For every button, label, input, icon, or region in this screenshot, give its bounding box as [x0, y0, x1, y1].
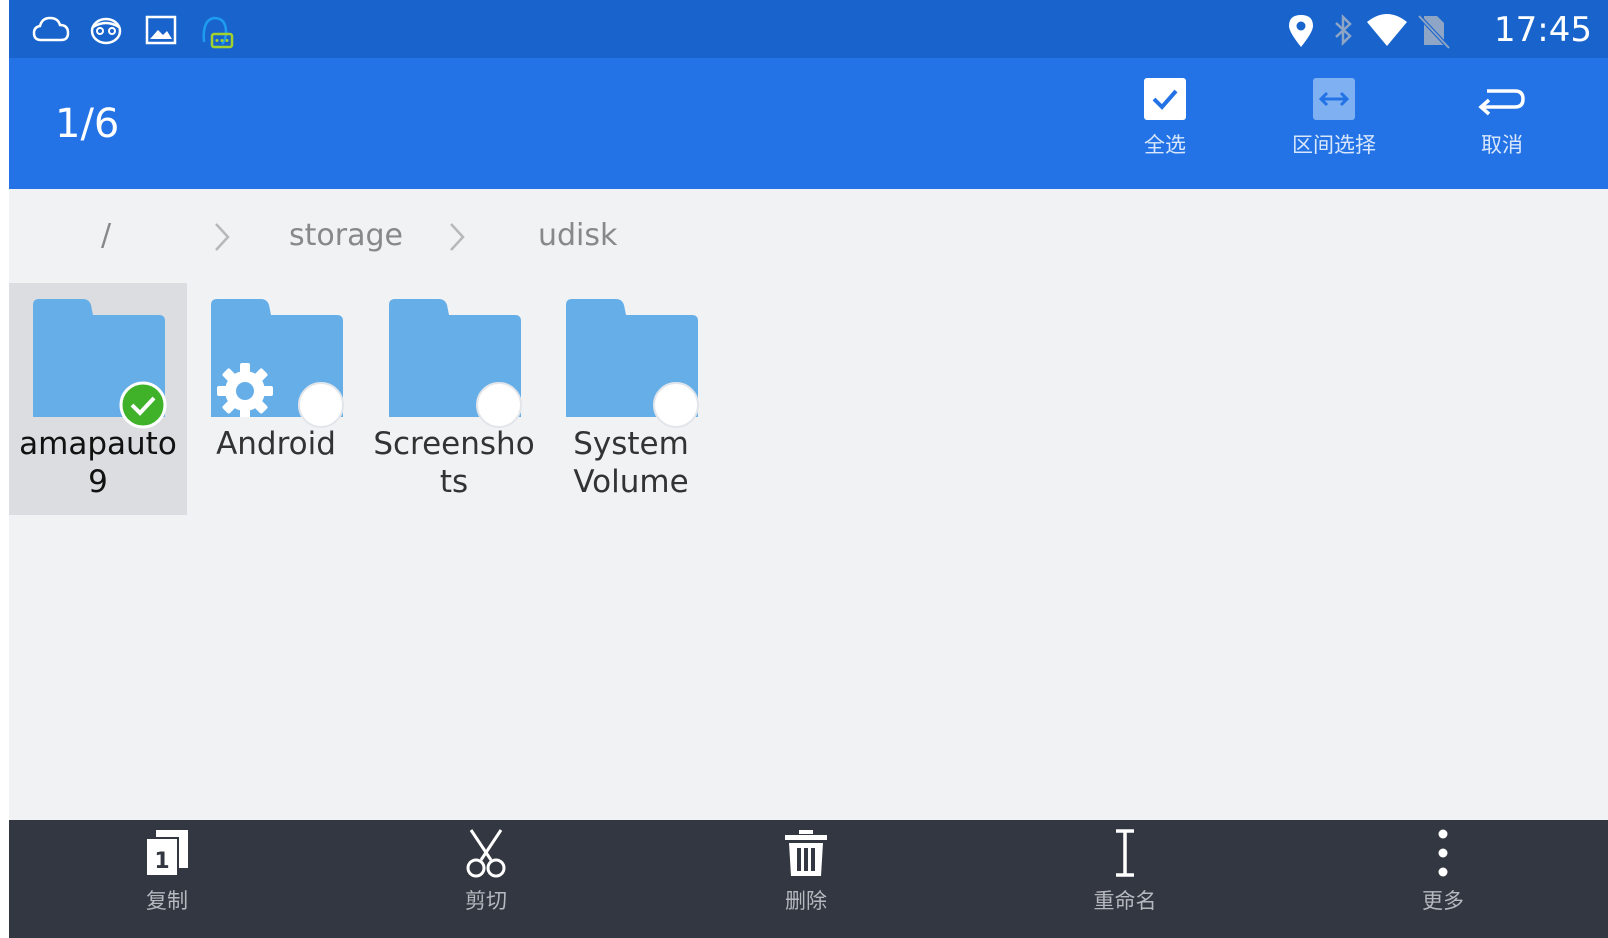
range-select-label: 区间选择	[1292, 133, 1376, 157]
svg-text:1: 1	[154, 849, 169, 874]
gallery-icon	[141, 10, 181, 50]
selection-count: 1/6	[55, 101, 120, 147]
selected-check-icon[interactable]	[119, 381, 167, 429]
folder-item-system-volume[interactable]: System Volume	[542, 283, 720, 515]
delete-label: 删除	[785, 889, 827, 913]
trash-icon	[785, 830, 827, 876]
rename-label: 重命名	[1093, 889, 1157, 913]
breadcrumb-root[interactable]: /	[101, 218, 111, 254]
folder-item-screenshots[interactable]: Screensho ts	[365, 283, 543, 515]
folder-name: amapauto 9	[19, 426, 177, 500]
more-button[interactable]: 更多	[1373, 820, 1513, 938]
selection-action-bar: 1/6 全选 区间选择 取消	[9, 58, 1608, 189]
unselected-circle-icon[interactable]	[475, 381, 523, 429]
folder-name: Screensho ts	[373, 426, 535, 500]
scissors-icon	[466, 829, 506, 878]
cancel-button[interactable]: 取消	[1437, 76, 1567, 176]
copy-label: 复制	[146, 889, 188, 913]
bluetooth-icon	[1323, 10, 1363, 50]
rename-button[interactable]: 重命名	[1055, 820, 1195, 938]
face-icon	[86, 10, 126, 50]
folder-item-amapauto9[interactable]: amapauto 9	[9, 283, 187, 515]
copy-button[interactable]: 1 复制	[97, 820, 237, 938]
status-time: 17:45	[1494, 10, 1592, 50]
copy-icon: 1	[145, 830, 188, 877]
chevron-right-icon	[215, 223, 230, 251]
cut-label: 剪切	[465, 889, 507, 913]
undo-icon	[1478, 89, 1525, 116]
no-sim-icon	[1413, 10, 1453, 50]
chevron-right-icon	[450, 223, 465, 251]
checkbox-icon	[1144, 78, 1186, 120]
unselected-circle-icon[interactable]	[297, 381, 345, 429]
breadcrumb-storage[interactable]: storage	[289, 218, 403, 254]
cancel-label: 取消	[1481, 133, 1523, 157]
range-select-button[interactable]: 区间选择	[1269, 76, 1399, 176]
breadcrumb: / storage udisk	[9, 204, 1608, 268]
more-label: 更多	[1422, 889, 1464, 913]
location-icon	[1281, 10, 1321, 50]
folder-name: System Volume	[573, 426, 689, 500]
select-all-button[interactable]: 全选	[1100, 76, 1230, 176]
range-select-icon	[1313, 78, 1355, 120]
status-bar: 17:45	[9, 0, 1608, 58]
breadcrumb-udisk[interactable]: udisk	[538, 218, 617, 254]
folder-item-android[interactable]: Android	[187, 283, 365, 515]
more-vertical-icon	[1438, 829, 1448, 877]
wifi-icon	[1365, 10, 1407, 50]
unselected-circle-icon[interactable]	[652, 381, 700, 429]
file-manager-screen: 17:45 1/6 全选 区间选择 取消 / storage udisk ama…	[9, 0, 1608, 938]
cut-button[interactable]: 剪切	[416, 820, 556, 938]
bottom-action-bar: 1 复制 剪切 删除 重命名 更多	[9, 820, 1608, 938]
delete-button[interactable]: 删除	[736, 820, 876, 938]
folder-name: Android	[216, 426, 336, 462]
select-all-label: 全选	[1144, 133, 1186, 157]
text-cursor-icon	[1116, 829, 1134, 877]
weather-icon	[31, 10, 71, 50]
message-icon	[196, 10, 236, 50]
